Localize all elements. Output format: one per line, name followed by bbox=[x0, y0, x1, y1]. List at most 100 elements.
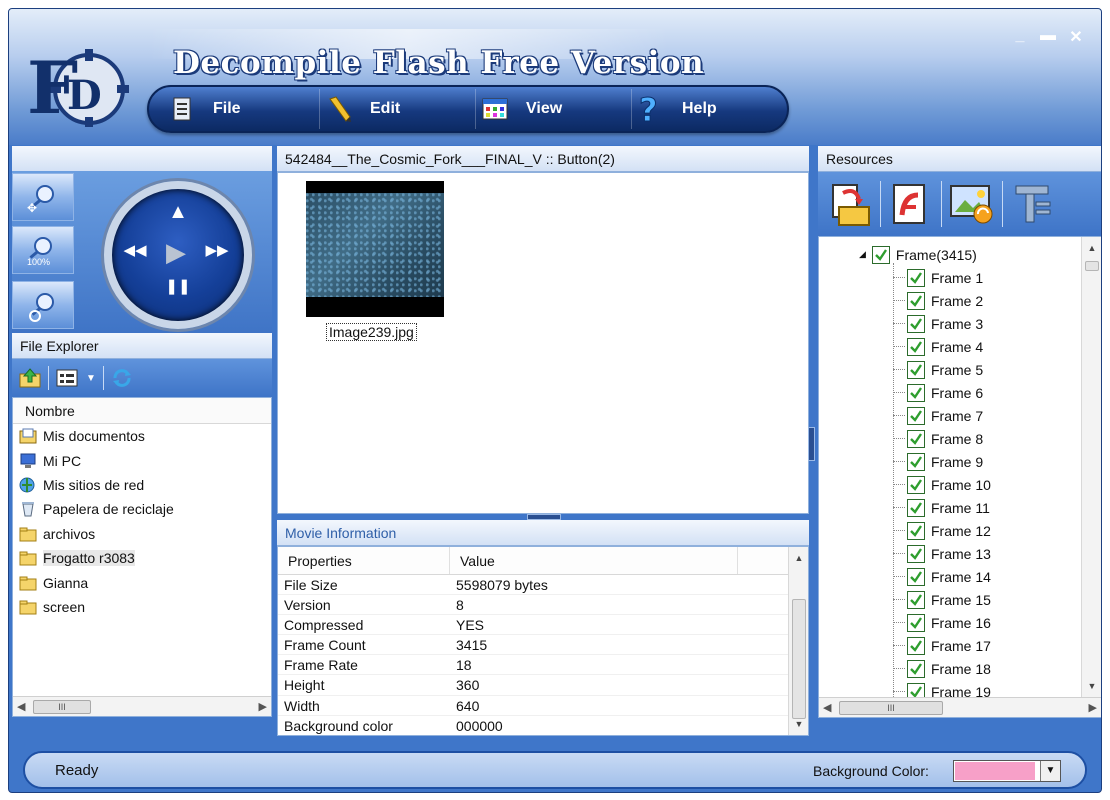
tree-node-frame[interactable]: Frame 7 bbox=[907, 404, 983, 427]
tree-node-frame[interactable]: Frame 12 bbox=[907, 519, 991, 542]
scroll-thumb[interactable] bbox=[1085, 261, 1099, 271]
checkbox[interactable] bbox=[907, 337, 925, 356]
scroll-up-icon[interactable]: ▲ bbox=[789, 549, 808, 567]
resources-hscroll[interactable]: ◀ III ▶ bbox=[819, 697, 1101, 717]
zoom-move-button[interactable]: ✥ bbox=[12, 173, 74, 221]
column-header-properties[interactable]: Properties bbox=[278, 547, 450, 574]
scroll-right-icon[interactable]: ▶ bbox=[1089, 701, 1097, 714]
tree-node-frame[interactable]: Frame 13 bbox=[907, 542, 991, 565]
checkbox[interactable] bbox=[907, 291, 925, 310]
scroll-down-icon[interactable]: ▼ bbox=[789, 715, 808, 733]
scroll-left-icon[interactable]: ◀ bbox=[17, 700, 25, 713]
checkbox[interactable] bbox=[907, 544, 925, 563]
table-row[interactable]: Height 360 bbox=[278, 675, 808, 696]
checkbox[interactable] bbox=[907, 636, 925, 655]
collapse-toggle-icon[interactable]: ◢ bbox=[859, 249, 866, 260]
refresh-button[interactable] bbox=[110, 366, 134, 390]
close-button[interactable]: ✕ bbox=[1067, 27, 1085, 47]
checkbox[interactable] bbox=[907, 590, 925, 609]
tree-node-frame[interactable]: Frame 16 bbox=[907, 611, 991, 634]
tree-node-frame[interactable]: Frame 5 bbox=[907, 358, 983, 381]
list-item[interactable]: screen bbox=[13, 595, 271, 619]
scroll-thumb[interactable]: III bbox=[33, 700, 91, 714]
image-refresh-button[interactable] bbox=[946, 178, 998, 230]
menu-view[interactable]: View bbox=[475, 89, 631, 129]
tree-node-frame[interactable]: Frame 10 bbox=[907, 473, 991, 496]
background-color-picker[interactable]: ▼ bbox=[953, 760, 1061, 782]
up-folder-button[interactable] bbox=[18, 366, 42, 390]
tree-node-root[interactable]: ◢ Frame(3415) bbox=[859, 243, 977, 266]
maximize-button[interactable]: ▬ bbox=[1039, 27, 1057, 47]
table-row[interactable]: Width 640 bbox=[278, 696, 808, 716]
list-item[interactable]: archivos bbox=[13, 522, 271, 546]
tree-node-frame[interactable]: Frame 15 bbox=[907, 588, 991, 611]
view-mode-button[interactable] bbox=[55, 366, 79, 390]
menu-edit[interactable]: Edit bbox=[319, 89, 475, 129]
checkbox[interactable] bbox=[907, 567, 925, 586]
resources-vscroll[interactable]: ▲ ▼ bbox=[1081, 237, 1101, 697]
menu-file[interactable]: File bbox=[163, 89, 319, 129]
vertical-splitter-handle[interactable] bbox=[808, 427, 815, 461]
tree-node-frame[interactable]: Frame 1 bbox=[907, 266, 983, 289]
menu-help[interactable]: ? Help bbox=[631, 89, 787, 129]
tree-node-frame[interactable]: Frame 2 bbox=[907, 289, 983, 312]
image-thumbnail[interactable] bbox=[306, 181, 444, 317]
column-header-value[interactable]: Value bbox=[450, 547, 738, 574]
pause-button[interactable]: ❚❚ bbox=[164, 277, 192, 295]
checkbox[interactable] bbox=[907, 521, 925, 540]
view-mode-dropdown-icon[interactable]: ▼ bbox=[85, 366, 97, 390]
checkbox[interactable] bbox=[907, 406, 925, 425]
tree-node-frame[interactable]: Frame 9 bbox=[907, 450, 983, 473]
fast-forward-button[interactable]: ▶▶ bbox=[200, 241, 234, 259]
checkbox[interactable] bbox=[907, 498, 925, 517]
table-row[interactable]: Background color 000000 bbox=[278, 716, 808, 735]
checkbox[interactable] bbox=[907, 475, 925, 494]
text-export-button[interactable] bbox=[1007, 178, 1059, 230]
zoom-fit-button[interactable] bbox=[12, 281, 74, 329]
list-item[interactable]: Frogatto r3083 bbox=[13, 546, 271, 570]
list-item[interactable]: Mis sitios de red bbox=[13, 473, 271, 497]
image-caption[interactable]: Image239.jpg bbox=[326, 323, 417, 341]
checkbox[interactable] bbox=[907, 659, 925, 678]
file-explorer-hscroll[interactable]: ◀ III ▶ bbox=[13, 696, 271, 716]
play-button[interactable]: ▶ bbox=[162, 237, 190, 268]
list-item[interactable]: Papelera de reciclaje bbox=[13, 497, 271, 521]
scroll-down-icon[interactable]: ▼ bbox=[1082, 677, 1101, 695]
scroll-right-icon[interactable]: ▶ bbox=[259, 700, 267, 713]
rewind-button[interactable]: ◀◀ bbox=[118, 241, 152, 259]
tree-node-frame[interactable]: Frame 4 bbox=[907, 335, 983, 358]
tree-node-frame[interactable]: Frame 11 bbox=[907, 496, 990, 519]
scroll-up-icon[interactable]: ▲ bbox=[1082, 239, 1101, 257]
chevron-down-icon[interactable]: ▼ bbox=[1040, 761, 1060, 781]
checkbox[interactable] bbox=[907, 360, 925, 379]
tree-node-frame[interactable]: Frame 8 bbox=[907, 427, 983, 450]
checkbox[interactable] bbox=[871, 245, 890, 264]
checkbox[interactable] bbox=[907, 268, 925, 287]
scroll-thumb[interactable] bbox=[792, 599, 806, 719]
tree-node-frame[interactable]: Frame 3 bbox=[907, 312, 983, 335]
zoom-100-button[interactable]: 100% bbox=[12, 226, 74, 274]
tree-node-frame[interactable]: Frame 6 bbox=[907, 381, 983, 404]
scroll-left-icon[interactable]: ◀ bbox=[823, 701, 831, 714]
scroll-thumb[interactable]: III bbox=[839, 701, 943, 715]
stop-up-button[interactable]: ▲ bbox=[164, 201, 192, 224]
table-row[interactable]: Frame Rate 18 bbox=[278, 655, 808, 676]
tree-node-frame[interactable]: Frame 14 bbox=[907, 565, 991, 588]
checkbox[interactable] bbox=[907, 429, 925, 448]
checkbox[interactable] bbox=[907, 314, 925, 333]
checkbox[interactable] bbox=[907, 613, 925, 632]
checkbox[interactable] bbox=[907, 452, 925, 471]
table-row[interactable]: Compressed YES bbox=[278, 615, 808, 636]
table-row[interactable]: Version 8 bbox=[278, 595, 808, 616]
checkbox[interactable] bbox=[907, 383, 925, 402]
list-item[interactable]: Mi PC bbox=[13, 448, 271, 472]
tree-node-frame[interactable]: Frame 17 bbox=[907, 634, 991, 657]
list-item[interactable]: Gianna bbox=[13, 570, 271, 594]
column-header-name[interactable]: Nombre bbox=[13, 398, 271, 424]
table-row[interactable]: Frame Count 3415 bbox=[278, 635, 808, 656]
table-row[interactable]: File Size 5598079 bytes bbox=[278, 575, 808, 596]
list-item[interactable]: Mis documentos bbox=[13, 424, 271, 448]
tree-node-frame[interactable]: Frame 18 bbox=[907, 657, 991, 680]
minimize-button[interactable]: _ bbox=[1011, 27, 1029, 47]
movie-info-vscroll[interactable]: ▲ ▼ bbox=[788, 547, 808, 735]
